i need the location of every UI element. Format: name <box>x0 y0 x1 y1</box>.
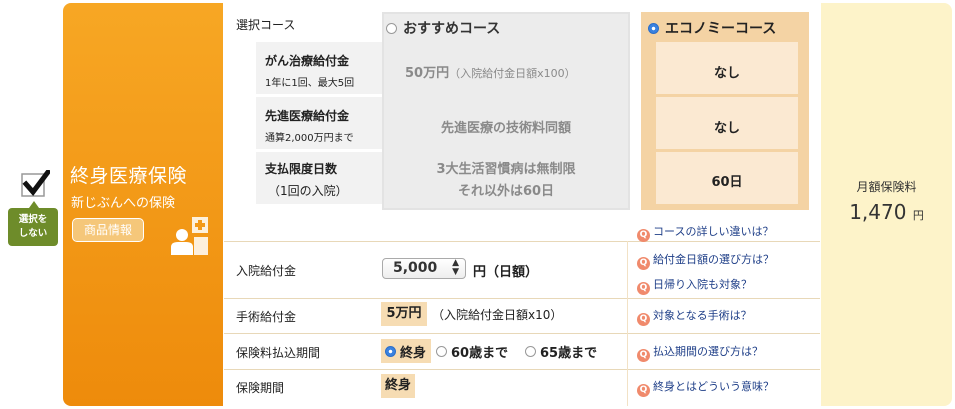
premium-label: 月額保険料 <box>856 180 917 194</box>
advanced-recommend-value: 先進医療の技術料同額 <box>440 121 571 136</box>
surgery-benefit-label: 手術給付金 <box>236 310 297 324</box>
limit-recommend-line1: 3大生活習慣病は無制限 <box>436 162 576 177</box>
hospital-benefit-select-value: 5,000 <box>393 260 438 276</box>
cancer-benefit-sub: 1年に1回、最大5回 <box>265 78 355 89</box>
payment-option-lifetime[interactable]: 終身 <box>381 339 431 363</box>
daily-amount-link-text: 給付金日額の選び方は？ <box>653 253 774 266</box>
payment-option-lifetime-label: 終身 <box>400 346 427 361</box>
question-icon: Q <box>637 349 650 362</box>
course-diff-link[interactable]: Q コースの詳しい違いは？ <box>637 223 773 242</box>
radio-icon <box>385 346 396 357</box>
economy-course-radio[interactable] <box>648 23 659 34</box>
payment-option-60-label[interactable]: 60歳まで <box>451 342 508 361</box>
payment-period-label: 保険料払込期間 <box>236 346 321 360</box>
limit-days-label: 支払限度日数 <box>265 162 338 176</box>
course-diff-link-text: コースの詳しい違いは？ <box>653 225 774 238</box>
question-icon: Q <box>637 229 650 242</box>
checkmark-icon <box>21 168 52 197</box>
cancer-recommend-main: 50万円 <box>405 66 450 81</box>
limit-economy-value: 60日 <box>711 175 743 190</box>
recommend-course-radio[interactable] <box>386 23 397 34</box>
payment-option-60-radio[interactable] <box>436 346 447 357</box>
product-info-button[interactable]: 商品情報 <box>72 218 144 242</box>
question-icon: Q <box>637 384 650 397</box>
surgery-target-link-text: 対象となる手術は？ <box>653 309 752 322</box>
divider <box>627 241 628 406</box>
cancer-benefit-label: がん治療給付金 <box>265 54 350 68</box>
cancer-recommend-sub: （入院給付金日額x100） <box>449 67 576 80</box>
divider <box>224 298 820 299</box>
premium-unit: 円 <box>912 209 924 222</box>
hospital-benefit-label: 入院給付金 <box>236 264 297 278</box>
plan-checkbox[interactable] <box>20 168 52 200</box>
question-icon: Q <box>637 257 650 270</box>
payment-period-link[interactable]: Q 払込期間の選び方は？ <box>637 343 763 362</box>
divider <box>224 333 820 334</box>
daily-amount-link[interactable]: Q 給付金日額の選び方は？ <box>637 251 774 270</box>
person-hospital-icon <box>168 213 212 257</box>
deselect-label-line1: 選択を <box>18 214 48 225</box>
surgery-target-link[interactable]: Q 対象となる手術は？ <box>637 307 752 326</box>
payment-option-65-radio[interactable] <box>525 346 536 357</box>
insurance-period-value: 終身 <box>381 374 415 398</box>
premium-value: 1,470 <box>849 200 907 224</box>
advanced-benefit-label: 先進医療給付金 <box>265 109 350 123</box>
cancer-recommend-value: 50万円（入院給付金日額x100） <box>405 62 576 81</box>
question-icon: Q <box>637 282 650 295</box>
day-hospital-link-text: 日帰り入院も対象？ <box>653 278 752 291</box>
day-hospital-link[interactable]: Q 日帰り入院も対象？ <box>637 276 752 295</box>
course-header-label: 選択コース <box>236 18 296 32</box>
lifetime-meaning-link-text: 終身とはどういう意味？ <box>653 380 774 393</box>
cancer-economy-value: なし <box>713 66 740 81</box>
divider <box>224 369 820 370</box>
advanced-economy-value: なし <box>713 121 740 136</box>
economy-course-label[interactable]: エコノミーコース <box>665 18 776 38</box>
recommend-course-label[interactable]: おすすめコース <box>403 18 500 38</box>
surgery-benefit-note: （入院給付金日額x10） <box>432 308 563 322</box>
premium-amount: 1,470 円 <box>821 200 952 224</box>
payment-period-link-text: 払込期間の選び方は？ <box>653 345 763 358</box>
limit-days-sub: （1回の入院） <box>268 184 348 198</box>
product-title: 終身医療保険 <box>70 165 188 187</box>
question-icon: Q <box>637 313 650 326</box>
advanced-benefit-sub: 通算2,000万円まで <box>265 133 354 144</box>
product-subtitle: 新じぶんへの保険 <box>71 196 176 211</box>
deselect-label-line2: しない <box>18 228 48 239</box>
limit-recommend-line2: それ以外は60日 <box>457 184 555 199</box>
hospital-benefit-select[interactable]: 5,000 ▲ ▼ <box>382 258 466 279</box>
deselect-button[interactable]: 選択を しない <box>8 201 58 246</box>
hospital-benefit-unit: 円（日額） <box>473 265 539 280</box>
select-arrow-icon: ▲ ▼ <box>452 258 459 277</box>
payment-option-65-label[interactable]: 65歳まで <box>540 342 597 361</box>
surgery-benefit-value: 5万円 <box>381 302 427 326</box>
lifetime-meaning-link[interactable]: Q 終身とはどういう意味？ <box>637 378 774 397</box>
insurance-period-label: 保険期間 <box>236 381 285 395</box>
